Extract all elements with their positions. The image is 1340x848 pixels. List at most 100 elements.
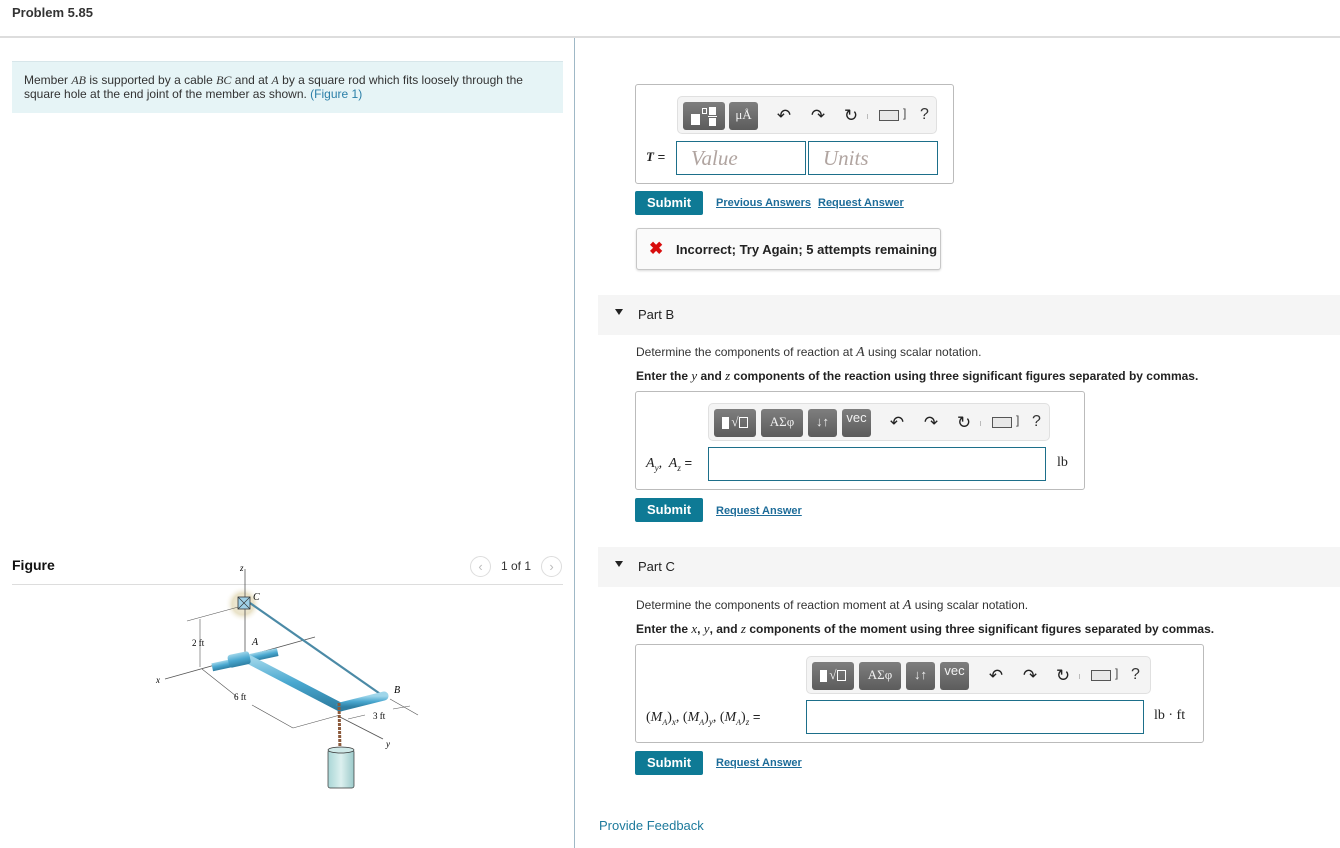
value-input[interactable] (677, 142, 805, 174)
part-b-header[interactable]: Part B (598, 295, 1340, 335)
dim-line (251, 704, 294, 729)
previous-answers-link[interactable]: Previous Answers (716, 197, 811, 209)
toolbar-separator (867, 114, 868, 119)
redo-icon[interactable]: ↷ (1020, 666, 1040, 686)
part-a-units-field[interactable] (808, 141, 938, 175)
undo-icon[interactable]: ↶ (887, 413, 907, 433)
prompt-text: and (697, 369, 726, 383)
arrows-button[interactable]: ↓↑ (808, 409, 837, 437)
part-b-submit-button[interactable]: Submit (635, 498, 704, 522)
reset-icon[interactable]: ↻ (841, 106, 861, 126)
part-a-submit-button[interactable]: Submit (635, 191, 704, 215)
label-a: A (251, 637, 259, 648)
intro-text: and at (231, 73, 272, 87)
part-a-value-field[interactable] (676, 141, 806, 175)
feedback-text: Incorrect; Try Again; 5 attempts remaini… (676, 242, 938, 257)
figure-image[interactable]: z x y 2 ft 6 ft 3 ft C A B (140, 557, 430, 797)
intro-var-bc: BC (216, 73, 232, 87)
sqrt-template-icon: √ (722, 414, 748, 429)
part-c-answer-field[interactable] (806, 700, 1144, 734)
provide-feedback-link[interactable]: Provide Feedback (599, 818, 704, 833)
part-c-toolbar: √ ΑΣφ ↓↑ vec ↶ ↷ ↻ ] ? (806, 656, 1151, 694)
pager-count: 1 of 1 (501, 559, 532, 573)
redo-icon[interactable]: ↷ (808, 106, 828, 126)
figure-link[interactable]: (Figure 1) (310, 87, 362, 101)
prompt-text: Enter the (636, 622, 692, 636)
label-c: C (253, 592, 260, 603)
part-b-label: Ay, Az = (646, 455, 693, 473)
reset-icon[interactable]: ↻ (1053, 666, 1073, 686)
part-a-answer-box: μÅ ↶ ↷ ↻ ] ? T = (635, 84, 954, 184)
undo-icon[interactable]: ↶ (774, 106, 794, 126)
part-b-unit: lb (1057, 455, 1068, 470)
right-pane: μÅ ↶ ↷ ↻ ] ? T = Submit Previous Answers… (576, 38, 1340, 848)
part-c-header[interactable]: Part C (598, 547, 1340, 587)
pager-next-button[interactable]: › (541, 556, 562, 577)
template-icon (689, 106, 719, 126)
prompt-text: using scalar notation. (864, 345, 982, 359)
part-b-answer-field[interactable] (708, 447, 1046, 481)
prompt-text: Determine the components of reaction mom… (636, 598, 903, 612)
part-a-request-answer-link[interactable]: Request Answer (818, 197, 904, 209)
prompt-text: , (697, 622, 704, 636)
part-b-title: Part B (638, 307, 675, 322)
undo-icon[interactable]: ↶ (986, 666, 1006, 686)
help-icon[interactable]: ? (1032, 413, 1041, 431)
dim-3ft-label: 3 ft (373, 711, 386, 721)
greek-button[interactable]: ΑΣφ (859, 662, 901, 690)
vector-button[interactable]: vec (842, 409, 871, 437)
units-input[interactable] (809, 142, 937, 174)
help-icon[interactable]: ? (1131, 666, 1140, 684)
dim-line (292, 714, 341, 729)
keyboard-icon[interactable]: ] (1091, 666, 1121, 683)
dim-line (201, 668, 237, 697)
redo-icon[interactable]: ↷ (921, 413, 941, 433)
caret-down-icon[interactable] (615, 309, 623, 315)
part-c-instruction: Enter the x, y, and z components of the … (636, 621, 1214, 637)
pager-prev-button[interactable]: ‹ (470, 556, 491, 577)
answer-input[interactable] (709, 448, 1045, 480)
part-b-toolbar: √ ΑΣφ ↓↑ vec ↶ ↷ ↻ ] ? (708, 403, 1050, 441)
template-button[interactable] (683, 102, 725, 130)
top-bar: Problem 5.85 (0, 0, 1340, 38)
dim-line (389, 698, 419, 716)
dim-2ft-label: 2 ft (192, 638, 205, 648)
part-c-unit: lb · ft (1154, 708, 1186, 723)
problem-title: Problem 5.85 (12, 5, 93, 20)
prompt-text: using scalar notation. (911, 598, 1029, 612)
reset-icon[interactable]: ↻ (954, 413, 974, 433)
sqrt-template-button[interactable]: √ (714, 409, 756, 437)
keyboard-icon[interactable]: ] (879, 106, 909, 123)
figure-label: Figure (12, 557, 55, 573)
member-ab-end (335, 691, 389, 712)
member-ab (241, 653, 345, 712)
part-b-instruction: Enter the y and z components of the reac… (636, 368, 1198, 384)
part-c-prompt: Determine the components of reaction mom… (636, 598, 1028, 614)
sqrt-template-button[interactable]: √ (812, 662, 854, 690)
sqrt-template-icon: √ (820, 667, 846, 682)
part-c-label: (MA)x, (MA)y, (MA)z = (646, 709, 761, 727)
prompt-text: Determine the components of reaction at (636, 345, 857, 359)
joint-a (227, 651, 251, 668)
dim-line (347, 714, 366, 720)
dim-6ft-label: 6 ft (234, 692, 247, 702)
part-c-submit-button[interactable]: Submit (635, 751, 704, 775)
greek-button[interactable]: ΑΣφ (761, 409, 803, 437)
prompt-text: components of the reaction using three s… (730, 369, 1199, 383)
x-axis-label: x (155, 675, 160, 685)
arrows-button[interactable]: ↓↑ (906, 662, 935, 690)
part-b-request-answer-link[interactable]: Request Answer (716, 505, 802, 517)
vector-button[interactable]: vec (940, 662, 969, 690)
prompt-text: components of the moment using three sig… (745, 622, 1215, 636)
part-c-request-answer-link[interactable]: Request Answer (716, 757, 802, 769)
help-icon[interactable]: ? (920, 106, 929, 124)
keyboard-icon[interactable]: ] (992, 413, 1022, 430)
feedback-message: ✖ Incorrect; Try Again; 5 attempts remai… (636, 228, 941, 270)
intro-var-a: A (271, 73, 279, 87)
weight (327, 749, 355, 789)
prompt-var: A (856, 345, 865, 360)
caret-down-icon[interactable] (615, 561, 623, 567)
units-button[interactable]: μÅ (729, 102, 758, 130)
chevron-right-icon: › (549, 559, 554, 574)
answer-input[interactable] (807, 701, 1143, 733)
